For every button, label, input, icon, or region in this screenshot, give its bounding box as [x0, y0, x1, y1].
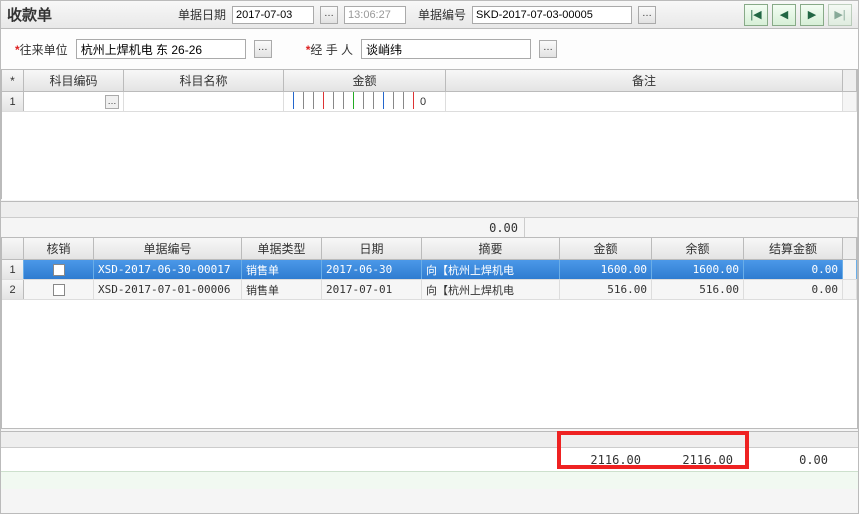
- grid1-total-row: 0.00: [1, 217, 858, 237]
- nav-first-button[interactable]: |◀: [744, 4, 768, 26]
- col2-type[interactable]: 单据类型: [242, 238, 322, 259]
- verify-grid-body: 1 XSD-2017-06-30-00017 销售单 2017-06-30 向【…: [2, 260, 857, 428]
- cell-no: XSD-2017-06-30-00017: [94, 260, 242, 279]
- verify-grid-header: 核销 单据编号 单据类型 日期 摘要 金额 余额 结算金额: [2, 238, 857, 260]
- col-idx: *: [2, 70, 24, 91]
- table-row[interactable]: 2 XSD-2017-07-01-00006 销售单 2017-07-01 向【…: [2, 280, 857, 300]
- cell-remark[interactable]: [446, 92, 843, 111]
- cell-date: 2017-06-30: [322, 260, 422, 279]
- bill-no-input[interactable]: [472, 6, 632, 24]
- cell-amount[interactable]: 0: [284, 92, 446, 111]
- code-lookup-button[interactable]: …: [105, 95, 119, 109]
- col2-summary[interactable]: 摘要: [422, 238, 560, 259]
- bill-no-lookup-button[interactable]: …: [638, 6, 656, 24]
- sum-settle: 0.00: [743, 453, 838, 467]
- bill-time-input[interactable]: [344, 6, 406, 24]
- nav-prev-button[interactable]: ◀: [772, 4, 796, 26]
- col-amount[interactable]: 金额: [284, 70, 446, 91]
- nav-buttons: |◀ ◀ ▶ ▶|: [744, 4, 852, 26]
- subject-grid-header: * 科目编码 科目名称 金额 备注: [2, 70, 857, 92]
- cell-balance: 1600.00: [652, 260, 744, 279]
- titlebar: 收款单 单据日期 … 单据编号 … |◀ ◀ ▶ ▶|: [1, 1, 858, 29]
- cell-settle: 0.00: [744, 280, 843, 299]
- checkbox[interactable]: [53, 264, 65, 276]
- col2-idx: [2, 238, 24, 259]
- cell-type: 销售单: [242, 260, 322, 279]
- nav-last-button[interactable]: ▶|: [828, 4, 852, 26]
- row-number: 1: [2, 92, 24, 111]
- bill-date-input[interactable]: [232, 6, 314, 24]
- partner-input[interactable]: [76, 39, 246, 59]
- sum-amount: 2116.00: [559, 453, 651, 467]
- col2-amount[interactable]: 金额: [560, 238, 652, 259]
- cell-amount: 1600.00: [560, 260, 652, 279]
- cell-date: 2017-07-01: [322, 280, 422, 299]
- subject-grid: * 科目编码 科目名称 金额 备注 1 … 0: [1, 69, 858, 199]
- col2-settle[interactable]: 结算金额: [744, 238, 843, 259]
- cell-code[interactable]: …: [24, 92, 124, 111]
- table-row[interactable]: 1 … 0: [2, 92, 857, 112]
- sum-balance: 2116.00: [651, 453, 743, 467]
- amount-value: 0: [414, 96, 426, 108]
- checkbox[interactable]: [53, 284, 65, 296]
- subject-grid-body: 1 … 0: [2, 92, 857, 200]
- row-number: 2: [2, 280, 24, 299]
- col-name[interactable]: 科目名称: [124, 70, 284, 91]
- bill-date-picker-button[interactable]: …: [320, 6, 338, 24]
- amount-ruler: [284, 92, 414, 111]
- cell-summary: 向【杭州上焊机电: [422, 280, 560, 299]
- grid1-total-amount: 0.00: [445, 218, 525, 237]
- row-number: 1: [2, 260, 24, 279]
- handler-input[interactable]: [361, 39, 531, 59]
- cell-balance: 516.00: [652, 280, 744, 299]
- col2-hx[interactable]: 核销: [24, 238, 94, 259]
- partner-lookup-button[interactable]: …: [254, 40, 272, 58]
- cell-settle: 0.00: [744, 260, 843, 279]
- footer-hint: [1, 471, 858, 489]
- col-code[interactable]: 科目编码: [24, 70, 124, 91]
- cell-summary: 向【杭州上焊机电: [422, 260, 560, 279]
- scrollbar-stub: [843, 70, 857, 91]
- verify-grid: 核销 单据编号 单据类型 日期 摘要 金额 余额 结算金额 1 XSD-2017…: [1, 237, 858, 429]
- col2-date[interactable]: 日期: [322, 238, 422, 259]
- col-remark[interactable]: 备注: [446, 70, 843, 91]
- table-row[interactable]: 1 XSD-2017-06-30-00017 销售单 2017-06-30 向【…: [2, 260, 857, 280]
- form-row: *往来单位 … *经 手 人 …: [1, 29, 858, 69]
- footer-wrap: 2116.00 2116.00 0.00: [1, 447, 858, 471]
- grid1-scrollbar[interactable]: [1, 201, 858, 217]
- cell-type: 销售单: [242, 280, 322, 299]
- cell-amount: 516.00: [560, 280, 652, 299]
- page-title: 收款单: [7, 4, 52, 25]
- handler-label: *经 手 人: [306, 41, 353, 58]
- bill-date-label: 单据日期: [178, 6, 226, 23]
- cell-no: XSD-2017-07-01-00006: [94, 280, 242, 299]
- footer-totals: 2116.00 2116.00 0.00: [1, 447, 858, 471]
- bill-no-label: 单据编号: [418, 6, 466, 23]
- grid2-scrollbar[interactable]: [1, 431, 858, 447]
- handler-lookup-button[interactable]: …: [539, 40, 557, 58]
- cell-hx[interactable]: [24, 280, 94, 299]
- nav-next-button[interactable]: ▶: [800, 4, 824, 26]
- cell-name[interactable]: [124, 92, 284, 111]
- col2-balance[interactable]: 余额: [652, 238, 744, 259]
- cell-hx[interactable]: [24, 260, 94, 279]
- partner-label: *往来单位: [15, 41, 68, 58]
- col2-no[interactable]: 单据编号: [94, 238, 242, 259]
